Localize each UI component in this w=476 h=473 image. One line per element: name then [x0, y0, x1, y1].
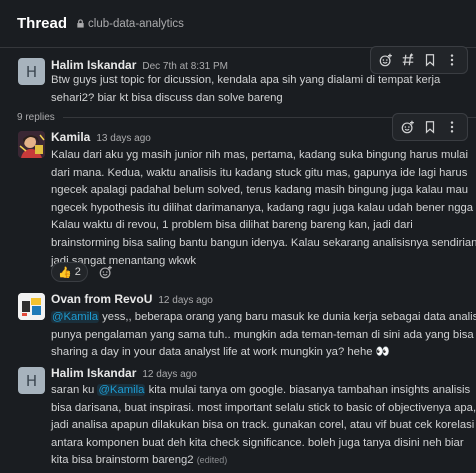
add-reaction-icon[interactable]	[94, 262, 118, 282]
message-time[interactable]: 13 days ago	[96, 133, 151, 144]
reaction-count: 2	[74, 266, 81, 278]
thread-title: Thread	[17, 15, 68, 32]
hashtag-icon[interactable]	[397, 49, 419, 71]
author-name[interactable]: Halim Iskandar 12 days ago	[51, 366, 197, 380]
reaction-thumbs-up[interactable]: 👍 2	[51, 262, 88, 282]
channel-name: club-data-analytics	[88, 17, 184, 30]
avatar-image	[18, 131, 45, 158]
avatar[interactable]: H	[18, 367, 45, 394]
avatar[interactable]: H	[18, 58, 45, 85]
message-time[interactable]: 12 days ago	[142, 369, 197, 380]
reply-message[interactable]: Kamila 13 days ago Kalau dari aku yg masi…	[0, 113, 476, 284]
message-body: saran ku @Kamila kita mulai tanya om goo…	[51, 384, 476, 467]
thumbs-up-icon: 👍	[58, 266, 72, 279]
reply-message[interactable]: Ovan from RevoU 12 days ago @Kamila yess,…	[0, 286, 476, 358]
add-reaction-icon[interactable]	[397, 116, 419, 138]
user-mention[interactable]: @Kamila	[97, 384, 146, 396]
message-time[interactable]: 12 days ago	[158, 295, 213, 306]
message-actions	[392, 113, 468, 141]
reactions-bar: 👍 2	[51, 262, 118, 282]
lock-icon	[77, 19, 84, 28]
thread-header: Thread club-data-analytics	[0, 0, 476, 48]
message-body: Kalau dari aku yg masih junior nih mas, …	[51, 149, 476, 267]
avatar[interactable]	[18, 293, 45, 320]
bookmark-icon[interactable]	[419, 116, 441, 138]
message-body: @Kamila yess,, beberapa orang yang baru …	[51, 311, 476, 359]
user-mention[interactable]: @Kamila	[51, 311, 99, 323]
channel-link[interactable]: club-data-analytics	[76, 18, 184, 30]
message-actions	[370, 46, 468, 74]
author-name[interactable]: Ovan from RevoU 12 days ago	[51, 292, 213, 306]
replies-count: 9 replies	[17, 111, 55, 123]
avatar[interactable]	[18, 131, 45, 158]
add-reaction-icon[interactable]	[375, 49, 397, 71]
author-name[interactable]: Kamila 13 days ago	[51, 130, 151, 144]
message-body: Btw guys just topic for dicussion, kenda…	[51, 74, 441, 104]
more-vertical-icon[interactable]	[441, 49, 463, 71]
reply-message[interactable]: H Halim Iskandar 12 days ago saran ku @Ka…	[0, 360, 476, 473]
edited-label: (edited)	[196, 455, 228, 466]
parent-message[interactable]: H Halim Iskandar Dec 7th at 8:31 PM Btw g…	[0, 46, 476, 110]
more-vertical-icon[interactable]	[441, 116, 463, 138]
avatar-image	[18, 293, 45, 320]
author-name[interactable]: Halim Iskandar Dec 7th at 8:31 PM	[51, 58, 228, 72]
message-time[interactable]: Dec 7th at 8:31 PM	[142, 61, 228, 72]
bookmark-icon[interactable]	[419, 49, 441, 71]
